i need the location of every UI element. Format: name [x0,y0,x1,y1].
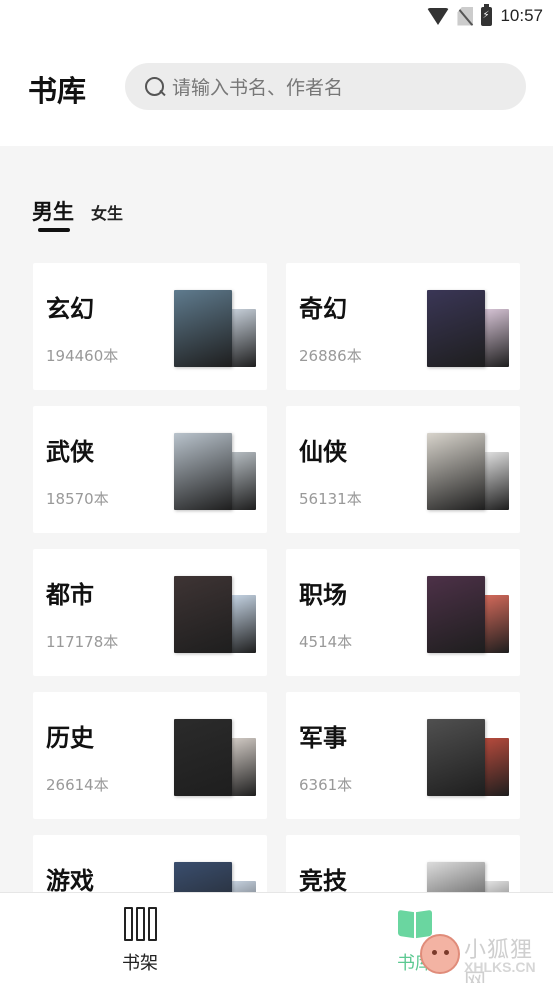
watermark-cn: 小狐狸网 [464,938,534,983]
category-name: 历史 [46,724,94,752]
no-sim-icon [457,6,474,26]
category-name: 都市 [46,581,94,609]
book-cover [229,738,256,796]
status-bar: 10:57 [0,0,553,32]
category-count: 4514本 [299,633,353,651]
book-cover [482,452,509,510]
book-cover [174,719,232,796]
tab-active-indicator [38,228,70,232]
book-cover [229,452,256,510]
gender-tabs: 男生 女生 [0,150,553,250]
book-cover [482,595,509,653]
bookshelf-icon [121,905,159,943]
wifi-icon [427,7,450,25]
category-name: 玄幻 [46,295,94,323]
nav-bookshelf[interactable]: 书架 [110,905,170,975]
category-name: 竞技 [299,867,347,895]
book-cover [427,576,485,653]
category-count: 6361本 [299,776,353,794]
search-placeholder: 请输入书名、作者名 [172,77,344,99]
book-cover [427,719,485,796]
category-name: 军事 [299,724,347,752]
category-count: 56131本 [299,490,362,508]
book-cover [427,290,485,367]
book-cover [174,433,232,510]
header: 书库 请输入书名、作者名 [0,32,553,146]
category-name: 仙侠 [299,438,347,466]
page-title: 书库 [28,74,87,108]
category-count: 26614本 [46,776,109,794]
tab-female[interactable]: 女生 [91,200,123,224]
book-cover [427,433,485,510]
nav-bookshelf-label: 书架 [122,953,158,974]
category-card[interactable]: 职场 4514本 [286,549,520,676]
fox-logo-icon [420,934,460,974]
category-name: 武侠 [46,438,94,466]
category-card[interactable]: 历史 26614本 [33,692,267,819]
category-count: 26886本 [299,347,362,365]
book-cover [174,290,232,367]
book-cover [482,738,509,796]
search-input[interactable]: 请输入书名、作者名 [125,63,526,110]
watermark-en: XHLKS.CN [464,959,536,975]
book-cover [229,309,256,367]
category-card[interactable]: 武侠 18570本 [33,406,267,533]
tab-male[interactable]: 男生 [32,196,74,226]
category-name: 职场 [299,581,347,609]
category-card[interactable]: 军事 6361本 [286,692,520,819]
category-count: 18570本 [46,490,109,508]
book-cover [482,309,509,367]
status-time: 10:57 [500,6,543,25]
category-card[interactable]: 仙侠 56131本 [286,406,520,533]
battery-charging-icon [481,3,493,26]
category-name: 奇幻 [299,295,347,323]
book-cover [174,576,232,653]
category-count: 117178本 [46,633,119,651]
watermark: 小狐狸网 XHLKS.CN [420,928,553,983]
category-card[interactable]: 都市 117178本 [33,549,267,676]
category-card[interactable]: 奇幻 26886本 [286,263,520,390]
search-icon [145,76,165,97]
category-card[interactable]: 玄幻 194460本 [33,263,267,390]
category-name: 游戏 [46,867,94,895]
book-cover [229,595,256,653]
category-count: 194460本 [46,347,119,365]
